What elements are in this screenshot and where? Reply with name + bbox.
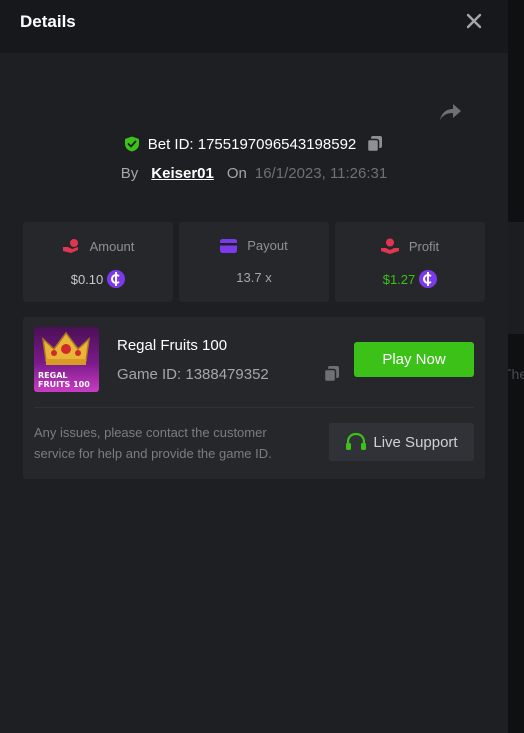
stats-row: Amount $0.10 Payout 13.7 x Profit $1.27	[23, 222, 485, 302]
coin-icon	[419, 270, 438, 288]
live-support-label: Live Support	[373, 433, 458, 451]
share-button[interactable]	[436, 98, 464, 126]
copy-icon[interactable]	[366, 135, 384, 153]
headset-icon	[346, 432, 367, 450]
modal-title: Details	[20, 12, 76, 31]
stat-payout: Payout 13.7 x	[179, 222, 329, 302]
by-label: By	[120, 164, 139, 182]
share-icon	[440, 104, 461, 120]
shield-check-icon	[124, 136, 139, 152]
stat-amount-value: $0.10	[70, 271, 104, 287]
wallet-icon	[220, 238, 238, 253]
stat-payout-label: Payout	[247, 238, 288, 253]
stat-profit-value-row: $1.27	[335, 270, 485, 288]
stat-profit: Profit $1.27	[335, 222, 485, 302]
game-id: Game ID: 1388479352	[117, 366, 269, 383]
bet-date: 16/1/2023, 11:26:31	[254, 164, 388, 182]
close-button[interactable]	[462, 9, 486, 33]
copy-icon[interactable]	[323, 365, 341, 383]
stat-payout-value-row: 13.7 x	[179, 270, 329, 285]
stat-amount-head: Amount	[23, 238, 173, 254]
profit-hand-icon	[380, 238, 399, 254]
close-icon	[466, 13, 482, 29]
live-support-button[interactable]: Live Support	[329, 423, 474, 461]
hand-coin-icon	[62, 239, 78, 253]
stat-payout-head: Payout	[179, 238, 329, 253]
stat-amount: Amount $0.10	[23, 222, 173, 302]
divider	[34, 407, 474, 408]
game-thumbnail[interactable]: REGAL FRUITS 100	[34, 327, 99, 392]
modal-header: Details	[0, 0, 508, 53]
thumb-text-line-2: FRUITS 100	[38, 380, 90, 389]
stat-profit-head: Profit	[335, 238, 485, 254]
game-card: REGAL FRUITS 100 Regal Fruits 100 Game I…	[23, 317, 485, 479]
support-help-text: Any issues, please contact the customer …	[34, 425, 272, 461]
stat-payout-value: 13.7 x	[236, 270, 272, 285]
stat-amount-value-row: $0.10	[23, 270, 173, 288]
bet-id-row: Bet ID: 1755197096543198592	[0, 132, 508, 156]
stat-amount-label: Amount	[89, 238, 135, 254]
coin-icon	[107, 270, 126, 288]
on-label: On	[226, 164, 247, 182]
stat-profit-value: $1.27	[382, 271, 416, 287]
stat-profit-label: Profit	[408, 238, 440, 254]
bet-meta-row: By Keiser01 On 16/1/2023, 11:26:31	[0, 162, 508, 184]
game-name: Regal Fruits 100	[117, 337, 228, 354]
thumb-text-line-1: REGAL	[38, 371, 68, 380]
bet-id-label: Bet ID: 1755197096543198592	[147, 135, 357, 153]
details-modal: Details Bet ID: 1755197096543198592 By K…	[0, 0, 508, 733]
play-now-button[interactable]: Play Now	[354, 342, 474, 377]
username-link[interactable]: Keiser01	[151, 165, 214, 182]
game-thumbnail-text: REGAL FRUITS 100	[38, 371, 90, 389]
crown-icon	[41, 331, 91, 365]
